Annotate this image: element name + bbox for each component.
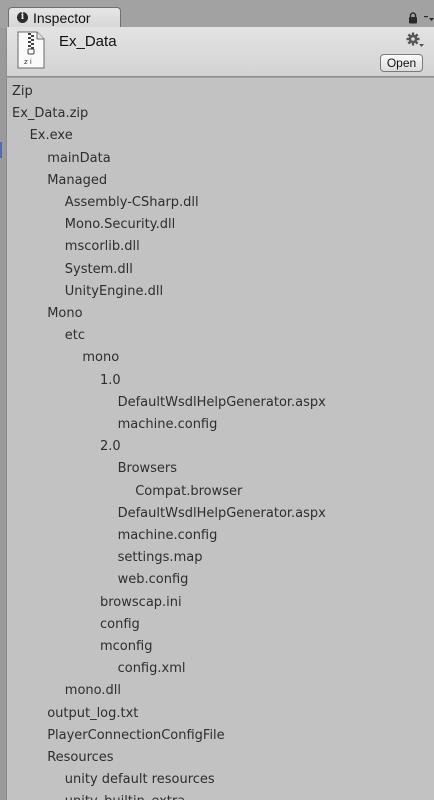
tree-item[interactable]: Mono bbox=[47, 306, 82, 322]
tree-item[interactable]: 2.0 bbox=[100, 439, 121, 455]
tree-item[interactable]: Ex.exe bbox=[30, 128, 73, 144]
tree-item[interactable]: config bbox=[100, 617, 140, 633]
tree-item[interactable]: PlayerConnectionConfigFile bbox=[47, 728, 224, 744]
tab-label: Inspector bbox=[33, 10, 91, 26]
tree-item[interactable]: UnityEngine.dll bbox=[65, 284, 163, 300]
tree-item[interactable]: output_log.txt bbox=[47, 706, 138, 722]
open-button[interactable]: Open bbox=[380, 54, 423, 72]
tree-item[interactable]: machine.config bbox=[118, 528, 218, 544]
tree-item[interactable]: browscap.ini bbox=[100, 595, 182, 611]
tree-item[interactable]: mainData bbox=[47, 151, 111, 167]
tree-item[interactable]: settings.map bbox=[118, 550, 203, 566]
tree-item[interactable]: etc bbox=[65, 328, 85, 344]
info-icon: i bbox=[17, 12, 28, 23]
tree-item[interactable]: Mono.Security.dll bbox=[65, 217, 175, 233]
tab-strip: i Inspector bbox=[0, 0, 434, 28]
lock-icon[interactable] bbox=[408, 12, 418, 24]
tree-item[interactable]: Assembly-CSharp.dll bbox=[65, 195, 199, 211]
tree-item[interactable]: DefaultWsdlHelpGenerator.aspx bbox=[118, 395, 326, 411]
tree-item[interactable]: 1.0 bbox=[100, 373, 121, 389]
tree-item[interactable]: mconfig bbox=[100, 639, 152, 655]
inspector-window: i Inspector z i Ex_Data Open Zip Ex_Data… bbox=[0, 0, 434, 800]
tree-item[interactable]: Resources bbox=[47, 750, 113, 766]
tree-item[interactable]: unity_builtin_extra bbox=[65, 794, 185, 800]
tree-item[interactable]: unity default resources bbox=[65, 772, 215, 788]
gear-icon[interactable] bbox=[406, 32, 424, 48]
tree-item[interactable]: mscorlib.dll bbox=[65, 239, 140, 255]
tree-item[interactable]: DefaultWsdlHelpGenerator.aspx bbox=[118, 506, 326, 522]
tree-item[interactable]: System.dll bbox=[65, 262, 133, 278]
zip-file-icon: z i bbox=[17, 31, 45, 69]
tree-item[interactable]: config.xml bbox=[118, 661, 186, 677]
inspector-header: z i Ex_Data Open bbox=[6, 27, 434, 77]
tree-item[interactable]: Browsers bbox=[118, 461, 177, 477]
tree-item[interactable]: Managed bbox=[47, 173, 107, 189]
tree-item[interactable]: Ex_Data.zip bbox=[12, 106, 88, 122]
zip-contents-tree: Zip Ex_Data.zip Ex.exe mainData Managed Assem… bbox=[6, 78, 434, 800]
panel-menu-icon[interactable] bbox=[424, 16, 434, 22]
tree-item[interactable]: machine.config bbox=[118, 417, 218, 433]
asset-title: Ex_Data bbox=[59, 33, 117, 50]
selection-marker bbox=[0, 142, 2, 158]
tree-item[interactable]: Compat.browser bbox=[135, 484, 242, 500]
tree-item[interactable]: mono.dll bbox=[65, 683, 121, 699]
tab-inspector[interactable]: i Inspector bbox=[8, 7, 121, 28]
tree-item[interactable]: web.config bbox=[118, 572, 189, 588]
svg-text:z i: z i bbox=[24, 58, 32, 66]
tree-item[interactable]: mono bbox=[82, 350, 119, 366]
tree-item[interactable]: Zip bbox=[12, 84, 33, 100]
